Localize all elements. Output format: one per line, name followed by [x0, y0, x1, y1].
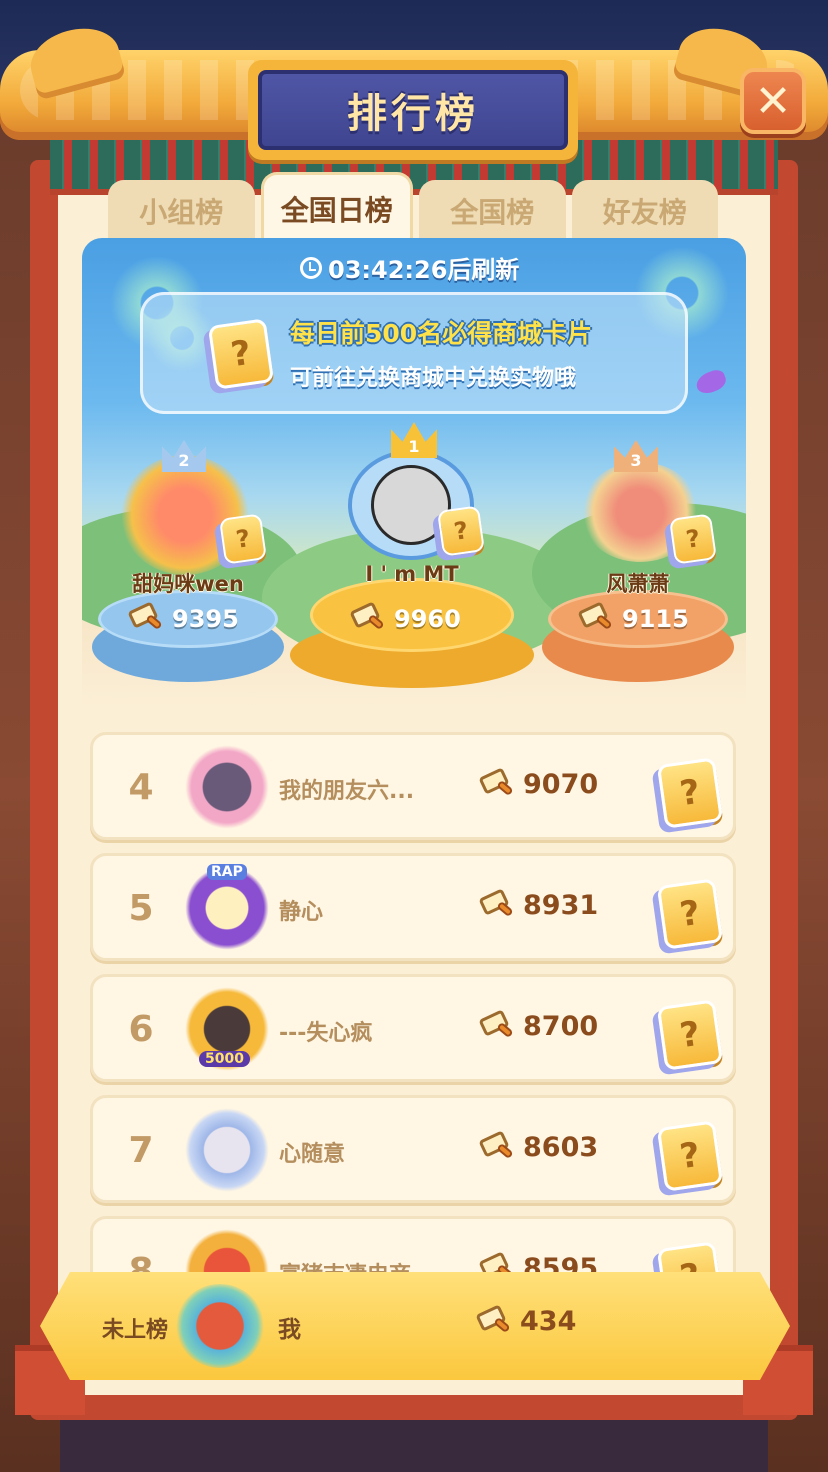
close-icon: ✕ — [754, 75, 792, 127]
podium-second-score: 9395 — [127, 601, 239, 634]
avatar-photo — [371, 465, 451, 545]
brush-icon — [478, 887, 515, 921]
clock-icon — [300, 256, 322, 279]
promo-subline: 可前往兑换商城中兑换实物哦 — [290, 366, 577, 391]
row-name: 静心 — [279, 900, 324, 925]
row-rank: 6 — [128, 1009, 154, 1050]
podium-third-score: 9115 — [577, 601, 689, 634]
brush-icon — [478, 1008, 515, 1042]
question-card-icon[interactable]: ? — [207, 318, 275, 390]
score-5000-badge: 5000 — [199, 1051, 250, 1067]
tab-national[interactable]: 全国榜 — [419, 180, 566, 242]
my-name: 我 — [278, 1317, 301, 1343]
tab-national-daily[interactable]: 全国日榜 — [260, 172, 413, 242]
row-name: 心随意 — [279, 1142, 346, 1167]
podium-first-score: 9960 — [349, 601, 461, 634]
list-item[interactable]: 4 我的朋友六... 9070 ? — [90, 732, 736, 840]
tab-friends[interactable]: 好友榜 — [571, 180, 718, 242]
podium-first-name: I ' m MT — [365, 562, 459, 586]
row-rank: 7 — [128, 1130, 154, 1171]
question-card-icon[interactable]: ? — [656, 878, 724, 950]
avatar[interactable]: RAP — [185, 864, 269, 950]
brush-icon — [478, 766, 515, 800]
tab-group[interactable]: 小组榜 — [108, 180, 255, 242]
question-card-icon[interactable]: ? — [656, 757, 724, 829]
row-rank: 4 — [128, 767, 154, 808]
question-card-icon[interactable]: ? — [669, 513, 717, 565]
title-plaque: 排行榜 — [248, 60, 578, 160]
refresh-timer: 03:42:26后刷新 — [300, 250, 519, 285]
row-score: 8603 — [478, 1129, 598, 1163]
question-card-icon[interactable]: ? — [219, 513, 267, 565]
avatar[interactable]: 5000 — [185, 987, 269, 1071]
list-item[interactable]: 5 RAP 静心 8931 ? — [90, 853, 736, 961]
brush-icon — [127, 601, 164, 634]
row-score: 8700 — [478, 1008, 598, 1042]
row-name: ---失心疯 — [279, 1021, 373, 1046]
avatar[interactable] — [185, 1108, 269, 1192]
row-name: 我的朋友六... — [279, 779, 415, 804]
list-item[interactable]: 7 心随意 8603 ? — [90, 1095, 736, 1203]
podium-second-name: 甜妈咪wen — [132, 572, 244, 596]
brush-icon — [478, 1129, 515, 1163]
question-card-icon[interactable]: ? — [656, 999, 724, 1071]
brush-icon — [577, 601, 614, 634]
question-card-icon[interactable]: ? — [656, 1120, 724, 1192]
my-score: 434 — [475, 1303, 576, 1337]
row-rank: 5 — [128, 888, 154, 929]
page-title: 排行榜 — [258, 70, 568, 150]
rap-badge: RAP — [207, 864, 247, 880]
leaderboard-tabs: 小组榜 全国日榜 全国榜 好友榜 — [108, 172, 718, 242]
row-score: 8931 — [478, 887, 598, 921]
promo-headline: 每日前500名必得商城卡片 — [290, 319, 593, 348]
avatar[interactable] — [185, 745, 269, 829]
refresh-timer-text: 03:42:26后刷新 — [328, 256, 520, 284]
row-score: 9070 — [478, 766, 598, 800]
list-item[interactable]: 6 5000 ---失心疯 8700 ? — [90, 974, 736, 1082]
podium-third-name: 风萧萧 — [606, 572, 670, 596]
my-rank-status: 未上榜 — [102, 1318, 169, 1343]
my-avatar[interactable] — [176, 1284, 264, 1368]
brush-icon — [475, 1303, 512, 1337]
brush-icon — [349, 601, 386, 634]
close-button[interactable]: ✕ — [740, 68, 806, 134]
question-card-icon[interactable]: ? — [437, 505, 485, 557]
